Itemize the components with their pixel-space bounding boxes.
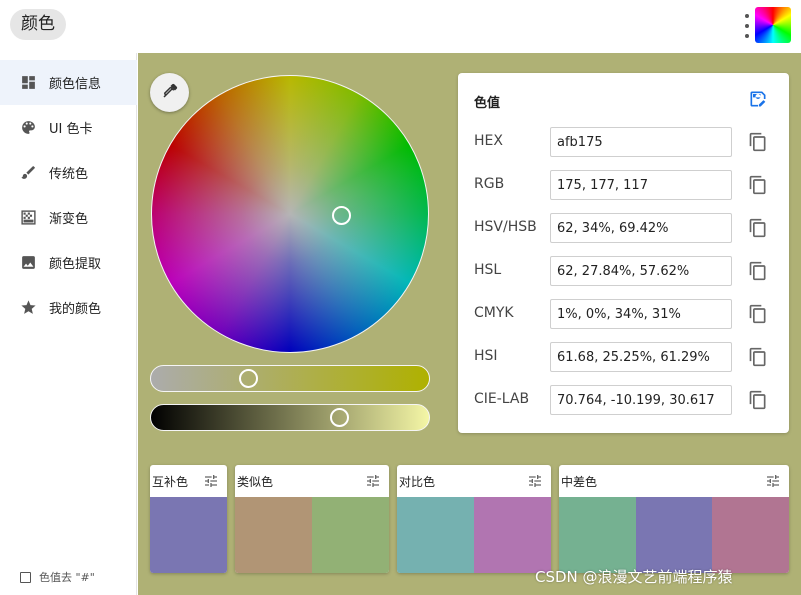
csdn-watermark: CSDN @浪漫文艺前端程序猿 [535, 568, 733, 586]
complementary-palette: 互补色 [150, 465, 227, 573]
palette-title: 对比色 [399, 475, 436, 489]
color-swatch[interactable] [559, 497, 636, 573]
sidebar-item-label: 颜色提取 [49, 257, 102, 272]
copy-icon[interactable] [748, 175, 768, 195]
color-wheel-logo-icon [755, 7, 791, 43]
cie-lab-value-input[interactable] [550, 385, 732, 415]
brush-icon [19, 164, 37, 182]
saturation-slider[interactable] [150, 365, 430, 392]
color-swatch[interactable] [150, 497, 227, 573]
cmyk-value-input[interactable] [550, 299, 732, 329]
tune-icon[interactable] [765, 473, 781, 489]
strip-hash-label: 色值去 "#" [39, 571, 95, 584]
sidebar-item-label: 渐变色 [49, 212, 89, 227]
color-swatch[interactable] [474, 497, 551, 573]
saturation-slider-thumb[interactable] [239, 369, 259, 388]
value-label: CMYK [474, 305, 514, 321]
value-row-cie-lab: CIE-LAB [458, 385, 789, 415]
sidebar-item-gradient[interactable]: 渐变色 [0, 195, 137, 240]
color-wheel[interactable] [151, 75, 429, 353]
app-header: 颜色 [0, 0, 801, 53]
medium-difference-palette: 中差色 [559, 465, 789, 573]
sidebar-item-label: 我的颜色 [49, 302, 102, 317]
dashboard-icon [19, 74, 37, 92]
copy-icon[interactable] [748, 304, 768, 324]
star-icon [19, 299, 37, 317]
color-values-card: 色值 HEX RGB HSV/HSB HSL CMYK [458, 73, 789, 433]
tune-icon[interactable] [527, 473, 543, 489]
color-swatch[interactable] [312, 497, 389, 573]
value-label: CIE-LAB [474, 391, 530, 407]
copy-icon[interactable] [748, 132, 768, 152]
strip-hash-checkbox[interactable] [20, 571, 31, 583]
palette-icon [19, 119, 37, 137]
sidebar-item-label: 传统色 [49, 167, 89, 182]
palette-title: 类似色 [237, 475, 274, 489]
color-wheel-cursor[interactable] [332, 206, 351, 225]
value-row-hsl: HSL [458, 256, 789, 286]
eyedropper-icon [161, 82, 179, 104]
sidebar-item-my-colors[interactable]: 我的颜色 [0, 285, 137, 330]
value-label: HSL [474, 262, 502, 278]
contrast-palette: 对比色 [397, 465, 551, 573]
sidebar-item-traditional-colors[interactable]: 传统色 [0, 150, 137, 195]
value-label: HEX [474, 133, 503, 149]
more-vert-icon[interactable] [741, 14, 753, 38]
value-row-cmyk: CMYK [458, 299, 789, 329]
tune-icon[interactable] [365, 473, 381, 489]
hsv-value-input[interactable] [550, 213, 732, 243]
value-label: HSV/HSB [474, 219, 537, 235]
value-row-hex: HEX [458, 127, 789, 157]
value-label: RGB [474, 176, 505, 192]
palette-title: 中差色 [561, 475, 598, 489]
hsl-value-input[interactable] [550, 256, 732, 286]
palette-title: 互补色 [152, 475, 189, 489]
rgb-value-input[interactable] [550, 170, 732, 200]
color-workspace: 色值 HEX RGB HSV/HSB HSL CMYK [138, 53, 801, 595]
gradient-icon [19, 209, 37, 227]
image-icon [19, 254, 37, 272]
eyedropper-button[interactable] [150, 73, 189, 112]
color-values-title: 色值 [474, 96, 501, 111]
sidebar-item-label: 颜色信息 [49, 77, 102, 92]
value-row-hsv: HSV/HSB [458, 213, 789, 243]
value-row-hsi: HSI [458, 342, 789, 372]
tune-icon[interactable] [203, 473, 219, 489]
copy-icon[interactable] [748, 218, 768, 238]
value-label: HSI [474, 348, 498, 364]
sidebar-item-ui-palette[interactable]: UI 色卡 [0, 105, 137, 150]
sidebar: 颜色信息 UI 色卡 传统色 渐变色 颜色提取 我的颜色 色值去 "#" [0, 53, 137, 595]
hex-value-input[interactable] [550, 127, 732, 157]
sidebar-item-label: UI 色卡 [49, 122, 93, 137]
analogous-palette: 类似色 [235, 465, 389, 573]
sidebar-item-color-info[interactable]: 颜色信息 [0, 60, 137, 105]
save-color-icon[interactable] [748, 89, 768, 109]
sidebar-item-color-extract[interactable]: 颜色提取 [0, 240, 137, 285]
brightness-slider-thumb[interactable] [330, 408, 350, 427]
color-swatch[interactable] [712, 497, 789, 573]
copy-icon[interactable] [748, 390, 768, 410]
strip-hash-option[interactable]: 色值去 "#" [20, 569, 95, 585]
app-title[interactable]: 颜色 [10, 9, 66, 40]
hsi-value-input[interactable] [550, 342, 732, 372]
color-swatch[interactable] [397, 497, 474, 573]
color-swatch[interactable] [235, 497, 312, 573]
value-row-rgb: RGB [458, 170, 789, 200]
brightness-slider[interactable] [150, 404, 430, 431]
copy-icon[interactable] [748, 261, 768, 281]
copy-icon[interactable] [748, 347, 768, 367]
color-swatch[interactable] [635, 497, 713, 573]
